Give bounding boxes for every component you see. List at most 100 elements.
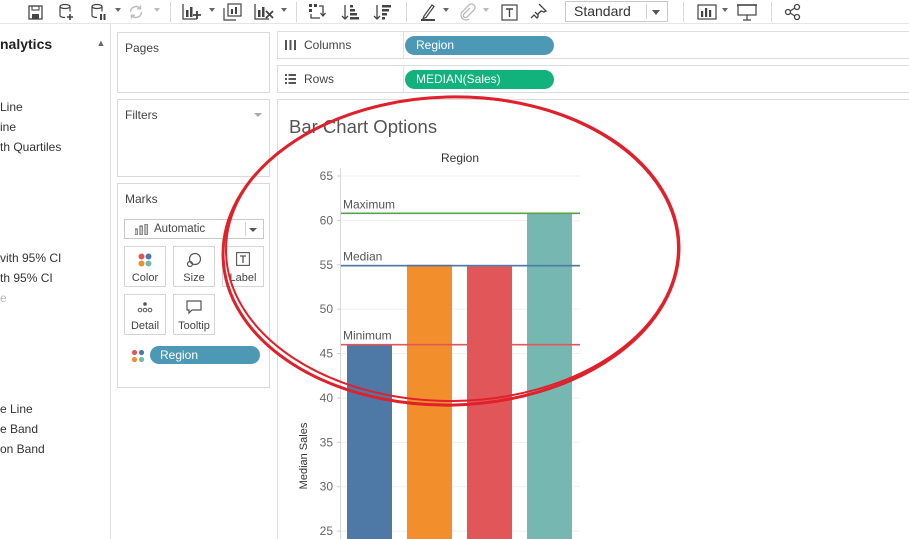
median-sales-rows-pill[interactable]: MEDIAN(Sales) (405, 70, 554, 89)
analytics-pane-title: nalytics (0, 36, 53, 52)
region-color-pill[interactable]: Region (150, 346, 260, 364)
sort-descending-icon[interactable] (372, 2, 392, 22)
color-mark-button[interactable]: Color (124, 246, 166, 287)
toolbar-separator (406, 2, 407, 22)
new-data-source-icon[interactable] (56, 2, 76, 22)
analytics-item[interactable]: vith 95% CI (0, 251, 61, 265)
pause-dropdown-caret[interactable] (115, 8, 121, 12)
analytics-item[interactable]: e Band (0, 422, 38, 436)
pages-card-title: Pages (125, 41, 160, 55)
color-mark-label: Color (131, 272, 159, 284)
refresh-icon[interactable] (126, 2, 146, 22)
y-tick-label: 40 (320, 391, 334, 405)
label-mark-label: Label (229, 272, 257, 284)
analytics-item[interactable]: th 95% CI (0, 271, 53, 285)
analytics-item-disabled: e (0, 291, 7, 305)
reference-line-label: Minimum (343, 329, 392, 343)
size-mark-button[interactable]: Size (173, 246, 215, 287)
bar (347, 344, 392, 539)
region-columns-pill[interactable]: Region (405, 36, 554, 55)
analytics-item[interactable]: e Line (0, 402, 33, 416)
refresh-dropdown-caret[interactable] (154, 8, 160, 12)
show-me-icon[interactable] (696, 2, 718, 22)
mark-type-select[interactable]: Automatic (124, 219, 264, 239)
columns-shelf-label: Columns (304, 38, 352, 52)
column-header-region: Region (441, 151, 479, 165)
viz-area: Bar Chart Options Region Median Sales 25 30… (277, 99, 909, 539)
new-worksheet-icon[interactable] (181, 2, 203, 22)
analytics-item[interactable]: th Quartiles (0, 140, 61, 154)
y-tick-label: 60 (320, 213, 334, 227)
highlight-icon[interactable] (418, 2, 438, 22)
highlight-dropdown-caret[interactable] (443, 8, 449, 12)
sort-icon[interactable]: ▲ (94, 36, 108, 50)
tooltip-mark-label: Tooltip (178, 320, 210, 332)
rows-icon (285, 74, 296, 84)
new-worksheet-dropdown-caret[interactable] (209, 8, 215, 12)
view-mode-separator (646, 4, 647, 19)
presentation-mode-icon[interactable] (736, 2, 758, 22)
filters-card-title: Filters (125, 108, 158, 122)
analytics-item[interactable]: Line (0, 100, 23, 114)
shelf-divider (403, 66, 404, 92)
swap-rows-columns-icon[interactable] (307, 2, 327, 22)
toolbar: Standard (0, 0, 909, 24)
y-tick-label: 45 (320, 347, 334, 361)
reference-line-label: Median (343, 250, 382, 264)
y-tick-label: 30 (320, 480, 334, 494)
reference-line-label: Maximum (343, 197, 395, 211)
label-mark-button[interactable]: Label (222, 246, 264, 287)
columns-icon (285, 40, 296, 50)
clear-sheet-icon[interactable] (253, 2, 275, 22)
clear-sheet-dropdown-caret[interactable] (281, 8, 287, 12)
toolbar-separator (296, 2, 297, 22)
y-tick-label: 50 (320, 302, 334, 316)
analytics-item[interactable]: on Band (0, 442, 45, 456)
marks-card-title: Marks (125, 192, 158, 206)
detail-icon (137, 302, 153, 313)
group-dropdown-caret[interactable] (483, 8, 489, 12)
detail-mark-button[interactable]: Detail (124, 294, 166, 335)
marks-card: Marks Automatic Color Size Label Detail … (117, 183, 270, 388)
mark-type-value: Automatic (154, 223, 206, 235)
detail-mark-label: Detail (130, 320, 160, 332)
bar (527, 213, 572, 539)
pause-updates-icon[interactable] (88, 2, 108, 22)
view-mode-value: Standard (574, 3, 631, 19)
card-menu-icon[interactable] (254, 113, 262, 117)
show-mark-labels-icon[interactable] (499, 2, 519, 22)
filters-card[interactable]: Filters (117, 99, 270, 177)
analytics-item[interactable]: ine (0, 120, 16, 134)
shelf-divider (403, 32, 404, 58)
y-tick-label: 35 (320, 435, 334, 449)
view-mode-select[interactable]: Standard (565, 1, 668, 22)
y-tick-label: 25 (320, 524, 334, 538)
fix-axes-icon[interactable] (528, 2, 548, 22)
share-icon[interactable] (783, 2, 803, 22)
analytics-pane: nalytics ▲ Line ine th Quartiles vith 95… (0, 24, 111, 539)
bar (467, 266, 512, 539)
sort-ascending-icon[interactable] (340, 2, 360, 22)
toolbar-separator (683, 2, 684, 22)
tooltip-icon (186, 300, 202, 315)
columns-shelf[interactable]: Columns Region (277, 31, 909, 59)
y-tick-label: 55 (320, 258, 334, 272)
bar-chart: Region Median Sales 25 30 35 40 45 50 55 60 65 Maxi… (298, 151, 580, 539)
show-me-dropdown-caret[interactable] (722, 8, 728, 12)
pages-card[interactable]: Pages (117, 32, 270, 93)
chevron-down-icon (652, 10, 660, 15)
toolbar-separator (771, 2, 772, 22)
group-members-icon[interactable] (457, 2, 477, 22)
automatic-mark-icon (135, 224, 148, 235)
color-palette-icon (138, 253, 152, 267)
duplicate-sheet-icon[interactable] (222, 2, 244, 22)
chevron-down-icon (249, 228, 257, 232)
rows-shelf[interactable]: Rows MEDIAN(Sales) (277, 65, 909, 93)
save-icon[interactable] (26, 2, 44, 22)
size-icon (186, 252, 202, 268)
mark-type-separator (245, 222, 246, 236)
tooltip-mark-button[interactable]: Tooltip (173, 294, 215, 335)
bar (407, 264, 452, 539)
y-tick-label: 65 (320, 169, 334, 183)
size-mark-label: Size (183, 272, 205, 284)
